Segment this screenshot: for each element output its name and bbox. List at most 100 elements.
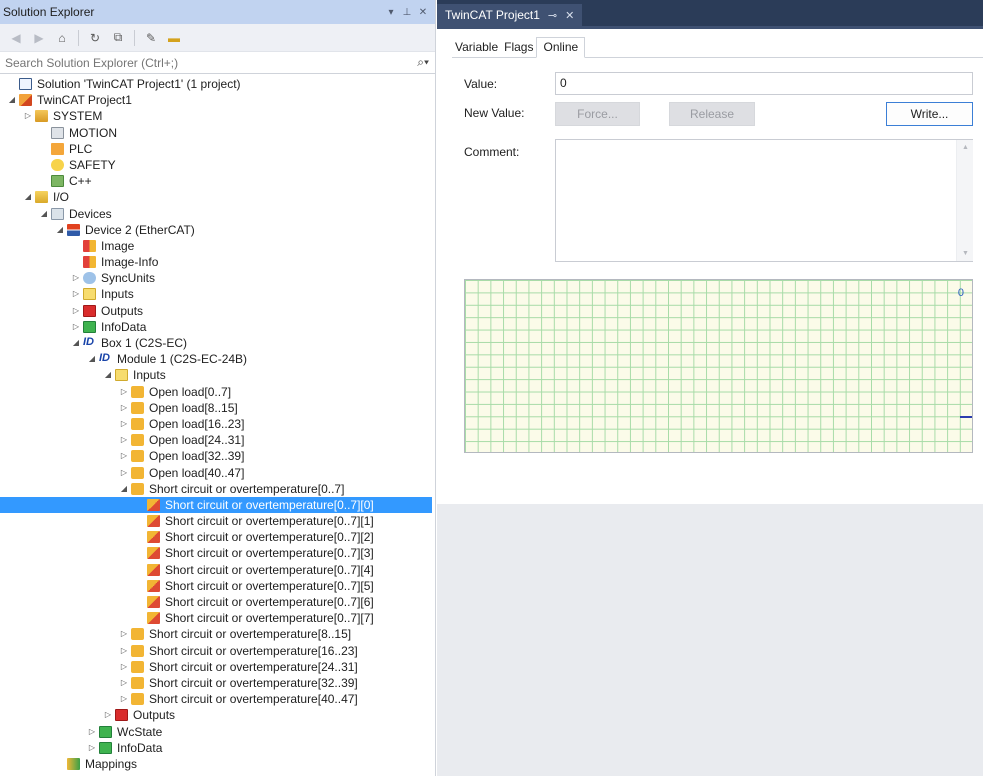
tree-item[interactable]: ▷ Open load[40..47] <box>0 465 432 481</box>
scroll-up-icon[interactable]: ▲ <box>957 144 974 151</box>
tree-item[interactable]: Image-Info <box>0 254 432 270</box>
tree-item[interactable]: ▷ Short circuit or overtemperature[8..15] <box>0 626 432 642</box>
tree-item[interactable]: Short circuit or overtemperature[0..7][2… <box>0 529 432 545</box>
tree-item-label: Short circuit or overtemperature[8..15] <box>149 627 352 642</box>
expand-arrow-icon[interactable]: ▷ <box>119 465 129 481</box>
search-icon[interactable]: ⌕▾ <box>417 55 429 70</box>
release-button[interactable]: Release <box>669 102 755 126</box>
tree-item[interactable]: Short circuit or overtemperature[0..7][4… <box>0 562 432 578</box>
close-icon[interactable]: ✕ <box>565 9 574 22</box>
expand-arrow-icon[interactable]: ▷ <box>119 416 129 432</box>
sync-with-active-document-icon[interactable]: ⧉ <box>108 28 128 48</box>
tree-item[interactable]: ▷ SyncUnits <box>0 270 432 286</box>
bit-variable-icon <box>147 563 160 576</box>
tree-item[interactable]: ◢ I/O <box>0 189 432 205</box>
tree-item[interactable]: Short circuit or overtemperature[0..7][5… <box>0 578 432 594</box>
expand-arrow-icon[interactable]: ▷ <box>119 400 129 416</box>
search-input[interactable] <box>5 55 418 70</box>
tree-item[interactable]: ◢ Short circuit or overtemperature[0..7] <box>0 481 432 497</box>
expand-arrow-icon[interactable]: ▷ <box>103 707 113 723</box>
collapse-arrow-icon[interactable]: ◢ <box>7 92 17 108</box>
tree-item[interactable]: ◢ Inputs <box>0 367 432 383</box>
tree-item[interactable]: Short circuit or overtemperature[0..7][7… <box>0 610 432 626</box>
tree-item[interactable]: ◢ Devices <box>0 206 432 222</box>
inputs-icon <box>83 288 96 301</box>
expand-arrow-icon[interactable]: ▷ <box>71 319 81 335</box>
expand-arrow-icon[interactable]: ▷ <box>87 724 97 740</box>
comment-scrollbar[interactable]: ▲ ▼ <box>956 140 973 261</box>
tree-item[interactable]: Image <box>0 238 432 254</box>
tree-item[interactable]: Short circuit or overtemperature[0..7][1… <box>0 513 432 529</box>
close-icon[interactable]: ✕ <box>415 7 431 18</box>
pin-icon[interactable]: ⊸ <box>548 9 557 22</box>
tab-online[interactable]: Online <box>536 37 586 58</box>
tree-item[interactable]: ◢ TwinCAT Project1 <box>0 92 432 108</box>
expand-arrow-icon[interactable]: ▷ <box>119 384 129 400</box>
tree-item[interactable]: ▷ Outputs <box>0 303 432 319</box>
tree-item[interactable]: Short circuit or overtemperature[0..7][6… <box>0 594 432 610</box>
tree-item[interactable]: Short circuit or overtemperature[0..7][0… <box>0 496 432 514</box>
tab-flags[interactable]: Flags <box>501 37 536 57</box>
write-button[interactable]: Write... <box>886 102 973 126</box>
expand-arrow-icon[interactable]: ▷ <box>87 740 97 756</box>
tree-item[interactable]: ◢ ID Module 1 (C2S-EC-24B) <box>0 351 432 367</box>
expand-arrow-icon[interactable]: ▷ <box>119 432 129 448</box>
properties-wrench-icon[interactable]: ✎ <box>141 28 161 48</box>
tree-item[interactable]: ▷ Open load[0..7] <box>0 384 432 400</box>
tree-item[interactable]: ▷ Short circuit or overtemperature[40..47… <box>0 691 432 707</box>
collapse-arrow-icon[interactable]: ◢ <box>23 189 33 205</box>
tree-item[interactable]: Solution 'TwinCAT Project1' (1 project) <box>0 76 432 92</box>
collapse-arrow-icon[interactable]: ◢ <box>39 206 49 222</box>
tree-item[interactable]: Mappings <box>0 756 432 772</box>
tree-item[interactable]: ▷ Open load[24..31] <box>0 432 432 448</box>
expand-arrow-icon[interactable]: ▷ <box>119 626 129 642</box>
tree-item[interactable]: ▷ Open load[8..15] <box>0 400 432 416</box>
tree-item[interactable]: ▷ Open load[16..23] <box>0 416 432 432</box>
tree-item[interactable]: ◢ ID Box 1 (C2S-EC) <box>0 335 432 351</box>
expand-arrow-icon[interactable]: ▷ <box>119 659 129 675</box>
tree-item[interactable]: PLC <box>0 141 432 157</box>
expand-arrow-icon[interactable]: ▷ <box>23 108 33 124</box>
tree-item[interactable]: ▷ InfoData <box>0 319 432 335</box>
document-tab[interactable]: TwinCAT Project1 ⊸ ✕ <box>437 4 583 26</box>
forward-icon[interactable]: ▶ <box>29 28 49 48</box>
scroll-down-icon[interactable]: ▼ <box>957 250 974 257</box>
value-field[interactable]: 0 <box>555 72 973 95</box>
collapse-arrow-icon[interactable]: ◢ <box>55 222 65 238</box>
auto-hide-pin-icon[interactable]: ⊥ <box>399 7 415 18</box>
tree-item[interactable]: SAFETY <box>0 157 432 173</box>
tree-item[interactable]: ▷ Open load[32..39] <box>0 448 432 464</box>
tree-item[interactable]: Short circuit or overtemperature[0..7][3… <box>0 545 432 561</box>
pending-changes-filter-icon[interactable]: ↻ <box>85 28 105 48</box>
collapse-arrow-icon[interactable]: ◢ <box>71 335 81 351</box>
expand-arrow-icon[interactable]: ▷ <box>71 270 81 286</box>
preview-selected-items-icon[interactable]: ▬ <box>164 28 184 48</box>
tree-item[interactable]: ▷ Inputs <box>0 286 432 302</box>
tree-item[interactable]: ▷ SYSTEM <box>0 108 432 124</box>
collapse-arrow-icon[interactable]: ◢ <box>103 367 113 383</box>
tree-item[interactable]: ▷ Short circuit or overtemperature[32..39… <box>0 675 432 691</box>
expand-arrow-icon[interactable]: ▷ <box>119 675 129 691</box>
tree-item[interactable]: ▷ InfoData <box>0 740 432 756</box>
tree-item[interactable]: C++ <box>0 173 432 189</box>
window-position-dropdown-icon[interactable]: ▾ <box>383 7 399 18</box>
expand-arrow-icon[interactable]: ▷ <box>71 286 81 302</box>
tree-item[interactable]: ▷ Short circuit or overtemperature[16..23… <box>0 643 432 659</box>
tree-item[interactable]: ◢ Device 2 (EtherCAT) <box>0 222 432 238</box>
tree-item[interactable]: ▷ Short circuit or overtemperature[24..31… <box>0 659 432 675</box>
tree-item[interactable]: ▷ WcState <box>0 724 432 740</box>
force-button[interactable]: Force... <box>555 102 640 126</box>
tree-item[interactable]: MOTION <box>0 125 432 141</box>
collapse-arrow-icon[interactable]: ◢ <box>87 351 97 367</box>
expand-arrow-icon[interactable]: ▷ <box>119 691 129 707</box>
expand-arrow-icon[interactable]: ▷ <box>119 643 129 659</box>
comment-textarea[interactable] <box>555 139 973 262</box>
home-icon[interactable]: ⌂ <box>52 28 72 48</box>
solution-explorer-search-box[interactable]: ⌕▾ <box>0 52 435 74</box>
expand-arrow-icon[interactable]: ▷ <box>119 448 129 464</box>
tab-variable[interactable]: Variable <box>452 37 501 57</box>
tree-item[interactable]: ▷ Outputs <box>0 707 432 723</box>
collapse-arrow-icon[interactable]: ◢ <box>119 481 129 497</box>
expand-arrow-icon[interactable]: ▷ <box>71 303 81 319</box>
back-icon[interactable]: ◀ <box>6 28 26 48</box>
